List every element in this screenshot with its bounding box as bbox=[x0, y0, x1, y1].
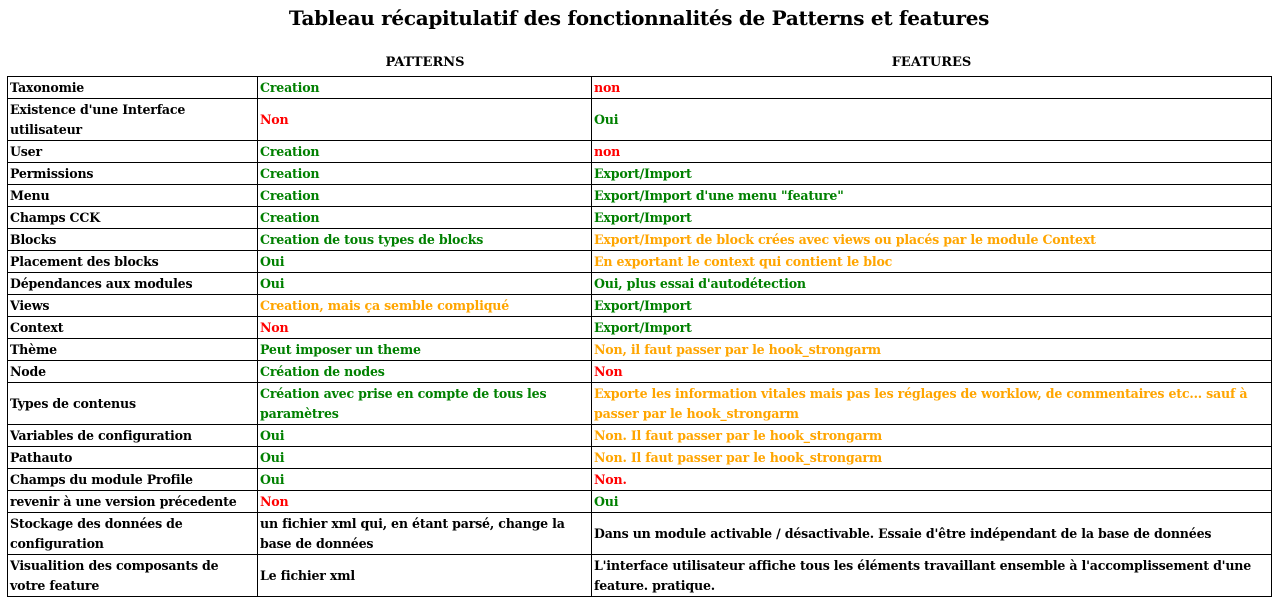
comparison-table: Taxonomie Creation non Existence d'une Inte… bbox=[7, 76, 1272, 597]
row-label: Existence d'une Interface utilisateur bbox=[7, 98, 258, 141]
patterns-cell: Oui bbox=[257, 468, 592, 491]
patterns-cell: Oui bbox=[257, 424, 592, 447]
features-cell: Non. Il faut passer par le hook_strongar… bbox=[591, 446, 1272, 469]
row-label: Blocks bbox=[7, 228, 258, 251]
table-row: Dépendances aux modules Oui Oui, plus essa… bbox=[7, 272, 1272, 295]
patterns-cell: Oui bbox=[257, 272, 592, 295]
row-label: Champs du module Profile bbox=[7, 468, 258, 491]
features-cell: non bbox=[591, 76, 1272, 99]
row-label: Views bbox=[7, 294, 258, 317]
row-label: Types de contenus bbox=[7, 382, 258, 425]
column-header-patterns: PATTERNS bbox=[385, 55, 465, 70]
patterns-cell: Creation bbox=[257, 184, 592, 207]
patterns-cell: Création avec prise en compte de tous le… bbox=[257, 382, 592, 425]
table-row: User Creation non bbox=[7, 140, 1272, 163]
row-label: Context bbox=[7, 316, 258, 339]
row-label: Pathauto bbox=[7, 446, 258, 469]
table-row: Blocks Creation de tous types de blocks Ex… bbox=[7, 228, 1272, 251]
features-cell: Oui bbox=[591, 490, 1272, 513]
row-label: Variables de configuration bbox=[7, 424, 258, 447]
table-row: Types de contenus Création avec prise en … bbox=[7, 382, 1272, 425]
row-label: revenir à une version précedente bbox=[7, 490, 258, 513]
features-cell: non bbox=[591, 140, 1272, 163]
patterns-cell: Creation, mais ça semble compliqué bbox=[257, 294, 592, 317]
features-cell: Dans un module activable / désactivable.… bbox=[591, 512, 1272, 555]
table-row: Pathauto Oui Non. Il faut passer par le ho… bbox=[7, 446, 1272, 469]
patterns-cell: Non bbox=[257, 98, 592, 141]
table-row: revenir à une version précedente Non Oui bbox=[7, 490, 1272, 513]
row-label: Stockage des données de configuration bbox=[7, 512, 258, 555]
features-cell: L'interface utilisateur affiche tous les… bbox=[591, 554, 1272, 597]
row-label: Menu bbox=[7, 184, 258, 207]
patterns-cell: Le fichier xml bbox=[257, 554, 592, 597]
features-cell: Export/Import bbox=[591, 294, 1272, 317]
row-label: User bbox=[7, 140, 258, 163]
row-label: Permissions bbox=[7, 162, 258, 185]
table-row: Views Creation, mais ça semble compliqué E… bbox=[7, 294, 1272, 317]
patterns-cell: Creation bbox=[257, 162, 592, 185]
row-label: Placement des blocks bbox=[7, 250, 258, 273]
row-label: Taxonomie bbox=[7, 76, 258, 99]
table-row: Context Non Export/Import bbox=[7, 316, 1272, 339]
features-cell: Non. bbox=[591, 468, 1272, 491]
comparison-table-body: Taxonomie Creation non Existence d'une Inte… bbox=[7, 76, 1272, 597]
patterns-cell: Creation de tous types de blocks bbox=[257, 228, 592, 251]
patterns-cell: Non bbox=[257, 490, 592, 513]
features-cell: En exportant le context qui contient le … bbox=[591, 250, 1272, 273]
features-cell: Export/Import d'une menu "feature" bbox=[591, 184, 1272, 207]
patterns-cell: Création de nodes bbox=[257, 360, 592, 383]
row-label: Thème bbox=[7, 338, 258, 361]
table-row: Stockage des données de configuration un … bbox=[7, 512, 1272, 555]
patterns-cell: Creation bbox=[257, 206, 592, 229]
table-row: Permissions Creation Export/Import bbox=[7, 162, 1272, 185]
features-cell: Oui, plus essai d'autodétection bbox=[591, 272, 1272, 295]
row-label: Dépendances aux modules bbox=[7, 272, 258, 295]
patterns-cell: Peut imposer un theme bbox=[257, 338, 592, 361]
features-cell: Oui bbox=[591, 98, 1272, 141]
features-cell: Export/Import bbox=[591, 162, 1272, 185]
features-cell: Export/Import bbox=[591, 316, 1272, 339]
row-label: Visualition des composants de votre feat… bbox=[7, 554, 258, 597]
table-row: Variables de configuration Oui Non. Il fau… bbox=[7, 424, 1272, 447]
table-row: Champs du module Profile Oui Non. bbox=[7, 468, 1272, 491]
features-cell: Non. Il faut passer par le hook_strongar… bbox=[591, 424, 1272, 447]
features-cell: Non bbox=[591, 360, 1272, 383]
patterns-cell: Creation bbox=[257, 76, 592, 99]
table-row: Placement des blocks Oui En exportant le c… bbox=[7, 250, 1272, 273]
patterns-cell: un fichier xml qui, en étant parsé, chan… bbox=[257, 512, 592, 555]
table-row: Taxonomie Creation non bbox=[7, 76, 1272, 99]
patterns-cell: Creation bbox=[257, 140, 592, 163]
patterns-cell: Oui bbox=[257, 250, 592, 273]
table-row: Node Création de nodes Non bbox=[7, 360, 1272, 383]
features-cell: Export/Import bbox=[591, 206, 1272, 229]
features-cell: Export/Import de block crées avec views … bbox=[591, 228, 1272, 251]
column-header-features: FEATURES bbox=[891, 55, 972, 70]
table-row: Existence d'une Interface utilisateur Non… bbox=[7, 98, 1272, 141]
features-cell: Exporte les information vitales mais pas… bbox=[591, 382, 1272, 425]
row-label: Node bbox=[7, 360, 258, 383]
table-row: Menu Creation Export/Import d'une menu "fe… bbox=[7, 184, 1272, 207]
table-row: Thème Peut imposer un theme Non, il faut p… bbox=[7, 338, 1272, 361]
page-title: Tableau récapitulatif des fonctionnalité… bbox=[288, 6, 990, 30]
features-cell: Non, il faut passer par le hook_strongar… bbox=[591, 338, 1272, 361]
table-row: Visualition des composants de votre feat… bbox=[7, 554, 1272, 597]
row-label: Champs CCK bbox=[7, 206, 258, 229]
patterns-cell: Non bbox=[257, 316, 592, 339]
table-row: Champs CCK Creation Export/Import bbox=[7, 206, 1272, 229]
patterns-cell: Oui bbox=[257, 446, 592, 469]
